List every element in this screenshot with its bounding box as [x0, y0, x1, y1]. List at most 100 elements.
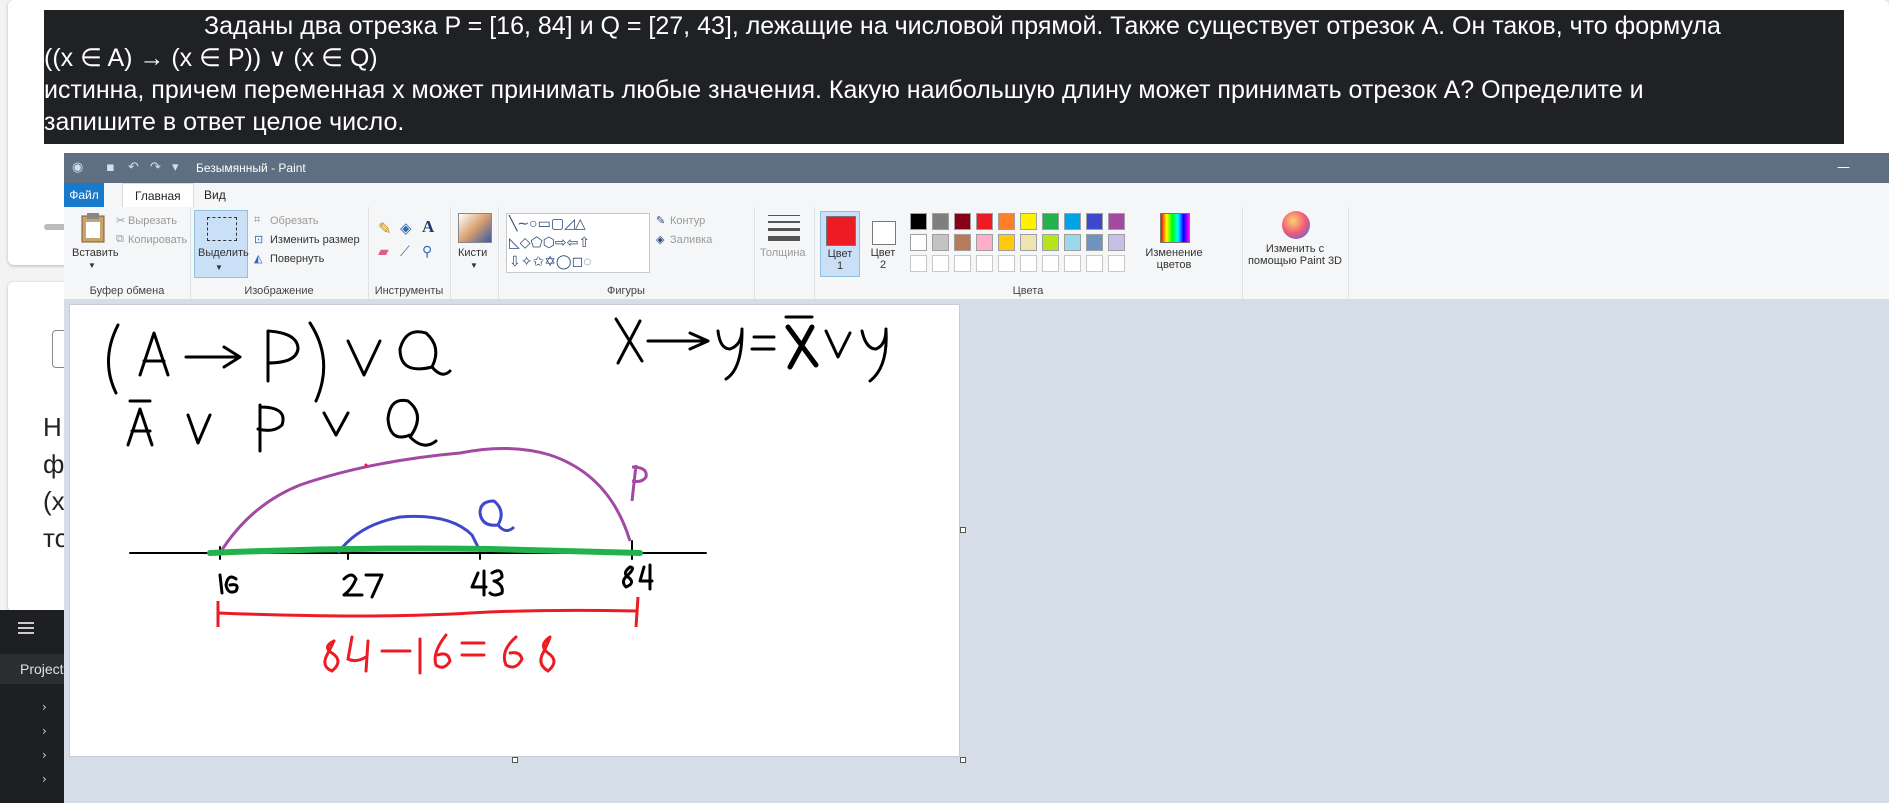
- resize-button[interactable]: Изменить размер: [270, 234, 360, 246]
- color1-swatch: [826, 216, 856, 246]
- palette-swatch[interactable]: [1042, 213, 1059, 230]
- answer-equals: [460, 641, 486, 657]
- resize-icon: ⊡: [254, 234, 264, 246]
- copy-button[interactable]: Копировать: [128, 234, 187, 246]
- stroke-arrow: [184, 345, 242, 369]
- palette-swatch[interactable]: [1064, 234, 1081, 251]
- palette-swatch[interactable]: [1042, 234, 1059, 251]
- palette-swatch[interactable]: [910, 255, 927, 272]
- fill-icon[interactable]: ◈: [400, 219, 412, 237]
- tree-row[interactable]: ›: [0, 766, 64, 794]
- palette-swatch[interactable]: [976, 255, 993, 272]
- edit-colors-label: Изменение цветов: [1145, 247, 1203, 271]
- palette-swatch[interactable]: [1108, 213, 1125, 230]
- thickness-button[interactable]: Толщина: [754, 207, 815, 299]
- fill-shape-button[interactable]: Заливка: [670, 234, 712, 246]
- group-tools: ✎ ◈ A ▰ ⟋ ⚲ Инструменты: [368, 207, 451, 299]
- answer-6: [433, 633, 452, 669]
- crop-button[interactable]: Обрезать: [270, 215, 319, 227]
- customize-qat-icon[interactable]: ▾: [172, 160, 179, 175]
- palette-swatch[interactable]: [1108, 234, 1125, 251]
- magnifier-icon[interactable]: ⚲: [422, 243, 432, 260]
- pencil-icon[interactable]: ✎: [378, 219, 391, 239]
- palette-swatch[interactable]: [932, 234, 949, 251]
- paint3d-label: Изменить с помощью Paint 3D: [1247, 243, 1343, 267]
- palette-swatch[interactable]: [1086, 255, 1103, 272]
- task-line-1: Заданы два отрезка P = [16, 84] и Q = [2…: [204, 12, 1721, 40]
- shapes-gallery[interactable]: ╲∼○▭▢◿△ ◺◇⬠⬡⇨⇦⇧ ⇩✧✩✡◯◻◌: [506, 213, 650, 273]
- paint-app-icon[interactable]: ◉: [72, 160, 83, 175]
- label-43: [470, 569, 504, 597]
- palette-swatch[interactable]: [1020, 255, 1037, 272]
- outline-button[interactable]: Контур: [670, 215, 705, 227]
- palette-swatch[interactable]: [910, 234, 927, 251]
- palette-swatch[interactable]: [932, 255, 949, 272]
- answer-4: [346, 635, 370, 673]
- resize-handle-bottom[interactable]: [512, 757, 518, 763]
- resize-handle-right[interactable]: [960, 527, 966, 533]
- ribbon: Вставить ▼ Вырезать ✂ Копировать ⧉ Буфер…: [64, 207, 1889, 300]
- rotate-button[interactable]: Повернуть: [270, 253, 324, 265]
- palette-swatch[interactable]: [1020, 213, 1037, 230]
- palette-swatch[interactable]: [976, 213, 993, 230]
- select-label: Выделить: [198, 247, 249, 259]
- color2-button[interactable]: Цвет 2: [864, 211, 904, 277]
- text-icon[interactable]: A: [422, 217, 434, 237]
- palette-swatch[interactable]: [998, 255, 1015, 272]
- drawing-canvas[interactable]: [70, 305, 959, 756]
- color2-label: Цвет 2: [870, 247, 896, 271]
- undo-icon[interactable]: ↶: [128, 160, 139, 175]
- color2-swatch: [872, 221, 896, 245]
- palette-swatch[interactable]: [932, 213, 949, 230]
- brush-icon: [458, 213, 492, 243]
- palette-swatch[interactable]: [954, 213, 971, 230]
- project-tab[interactable]: Project: [0, 654, 64, 684]
- tab-file[interactable]: Файл: [64, 183, 104, 207]
- palette-swatch[interactable]: [998, 213, 1015, 230]
- palette-swatch[interactable]: [910, 213, 927, 230]
- color1-button[interactable]: Цвет 1: [820, 211, 860, 277]
- save-icon[interactable]: ▪: [106, 160, 115, 175]
- palette-swatch[interactable]: [954, 255, 971, 272]
- palette-swatch[interactable]: [1020, 234, 1037, 251]
- color-picker-icon[interactable]: ⟋: [400, 243, 410, 260]
- stroke-Q: [398, 330, 452, 376]
- palette-swatch[interactable]: [1064, 213, 1081, 230]
- palette-swatch[interactable]: [1086, 234, 1103, 251]
- palette-swatch[interactable]: [998, 234, 1015, 251]
- stroke-V: [346, 339, 382, 377]
- palette-swatch[interactable]: [976, 234, 993, 251]
- tab-view[interactable]: Вид: [192, 183, 238, 207]
- resize-handle-corner[interactable]: [960, 757, 966, 763]
- stroke-A2: [126, 407, 154, 447]
- palette-swatch[interactable]: [1042, 255, 1059, 272]
- thickness-label: Толщина: [760, 247, 806, 259]
- p-segment-arc: [218, 447, 632, 554]
- stroke-paren: [106, 323, 120, 395]
- edit-colors-button[interactable]: Изменение цветов: [1144, 211, 1204, 279]
- window-title: Безымянный - Paint: [196, 161, 306, 175]
- answer-8b: [539, 635, 556, 673]
- paste-label: Вставить: [72, 247, 119, 259]
- image-group-label: Изображение: [244, 285, 314, 297]
- paste-button[interactable]: Вставить ▼: [70, 213, 119, 275]
- cut-button[interactable]: Вырезать: [128, 215, 177, 227]
- palette-swatch[interactable]: [954, 234, 971, 251]
- select-button[interactable]: Выделить ▼: [194, 210, 249, 278]
- answer-bracket: [216, 596, 640, 628]
- tab-home[interactable]: Главная: [122, 183, 194, 208]
- paint3d-button[interactable]: Изменить с помощью Paint 3D: [1242, 207, 1349, 299]
- group-clipboard: Вставить ▼ Вырезать ✂ Копировать ⧉ Буфер…: [64, 207, 191, 299]
- brushes-button[interactable]: Кисти ▼: [450, 207, 499, 299]
- colors-group-label: Цвета: [1012, 285, 1044, 297]
- menu-icon[interactable]: [18, 622, 34, 634]
- palette-swatch[interactable]: [1086, 213, 1103, 230]
- minimize-icon[interactable]: —: [1837, 160, 1850, 175]
- palette-swatch[interactable]: [1064, 255, 1081, 272]
- p-label: [630, 464, 648, 502]
- group-shapes: ╲∼○▭▢◿△ ◺◇⬠⬡⇨⇦⇧ ⇩✧✩✡◯◻◌ ✎ Контур ◈ Заливка…: [498, 207, 755, 299]
- group-image: Выделить ▼ ⌗ Обрезать ⊡ Изменить размер …: [190, 207, 369, 299]
- redo-icon[interactable]: ↷: [150, 160, 161, 175]
- eraser-icon[interactable]: ▰: [378, 243, 389, 260]
- palette-swatch[interactable]: [1108, 255, 1125, 272]
